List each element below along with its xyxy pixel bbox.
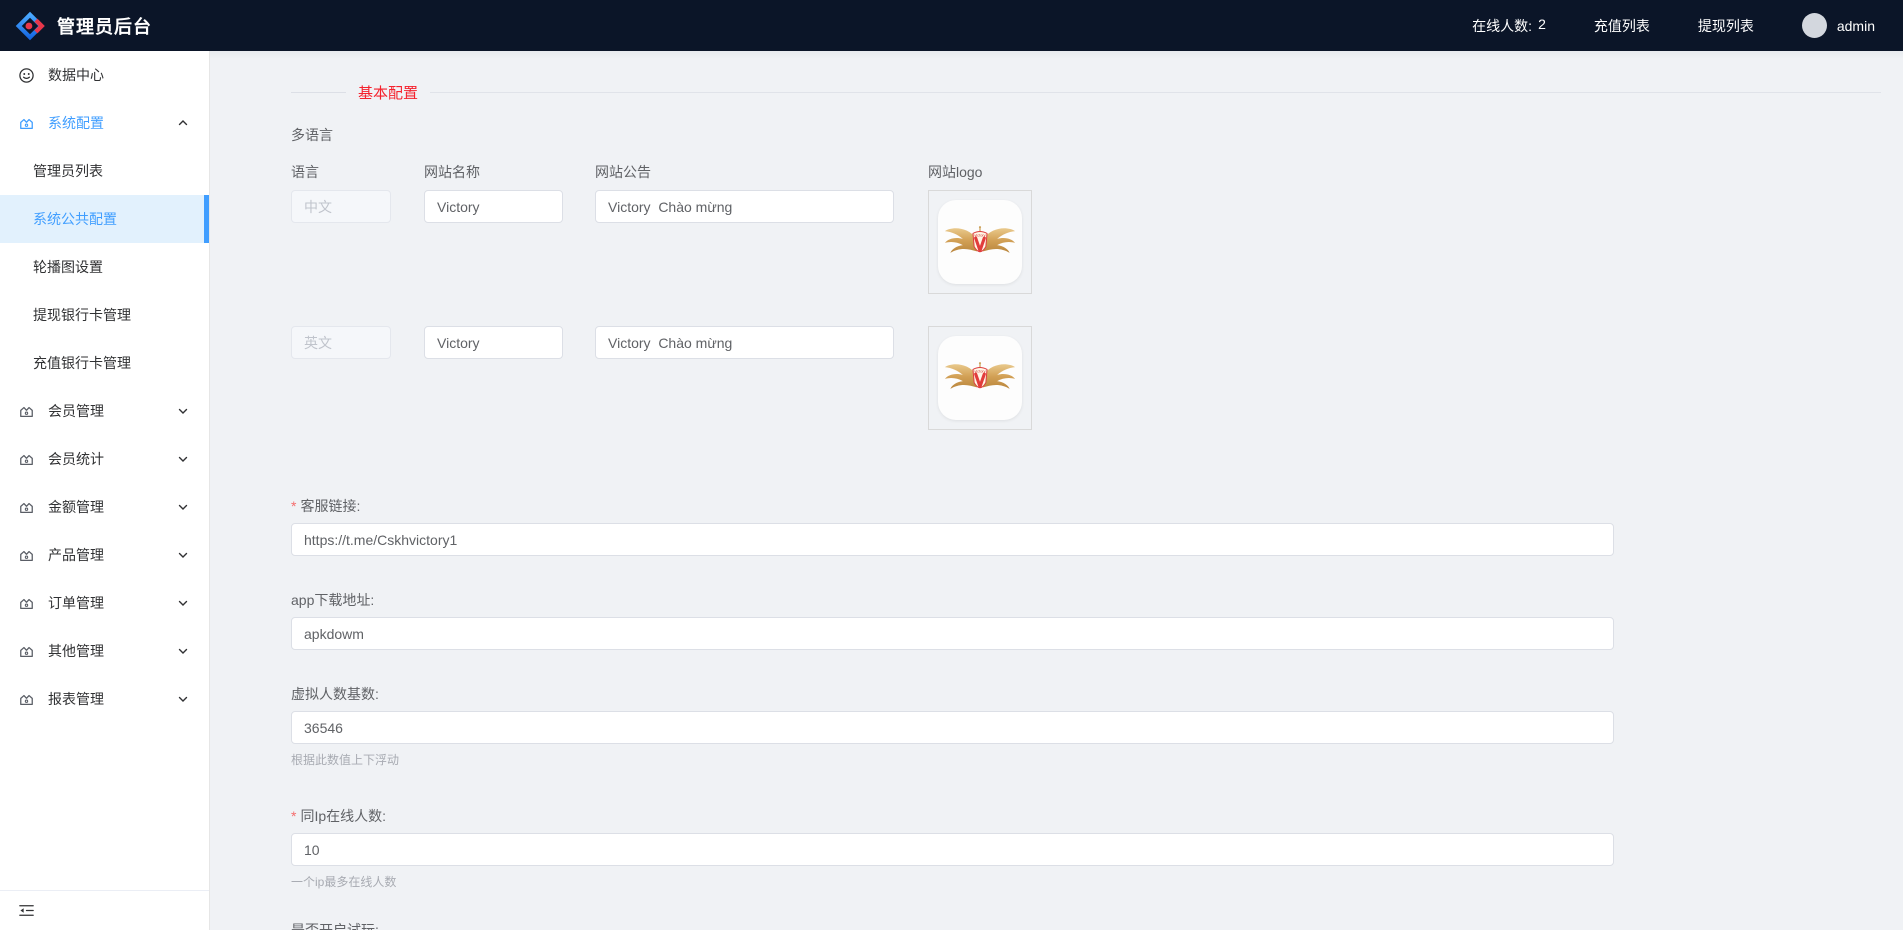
online-count: 在线人数: 2 [1472, 16, 1546, 36]
crown-icon [18, 499, 35, 516]
withdraw-list-link[interactable]: 提现列表 [1698, 16, 1754, 36]
sidebar-item-data-center[interactable]: 数据中心 [0, 51, 209, 99]
chevron-down-icon [177, 405, 189, 417]
crown-icon [18, 691, 35, 708]
field-hint: 一个ip最多在线人数 [291, 873, 1903, 890]
field-label: 虚拟人数基数: [291, 686, 379, 702]
crown-icon [18, 547, 35, 564]
subitem-label: 提现银行卡管理 [33, 305, 131, 325]
app-download-input[interactable] [291, 617, 1614, 650]
field-label: 同Ip在线人数: [300, 808, 386, 824]
sidebar-item-label: 数据中心 [48, 65, 104, 85]
sidebar-item-system-config[interactable]: 系统配置 [0, 99, 209, 147]
subitem-label: 充值银行卡管理 [33, 353, 131, 373]
section-title: 基本配置 [358, 82, 418, 103]
same-ip-input[interactable] [291, 833, 1614, 866]
site-logo-upload-en[interactable]: victory [928, 326, 1032, 430]
victory-logo-image: victory [938, 336, 1022, 420]
col-label-site-name: 网站名称 [424, 162, 595, 182]
crown-icon [18, 403, 35, 420]
sidebar-menu: 数据中心 系统配置 管理员列表 系统公共配置 轮播图设置 提现银行卡管理 [0, 51, 209, 890]
top-header: 管理员后台 在线人数: 2 充值列表 提现列表 admin [0, 0, 1903, 51]
app-title: 管理员后台 [57, 13, 152, 39]
sidebar-item-label: 其他管理 [48, 641, 104, 661]
chevron-down-icon [177, 693, 189, 705]
recharge-list-link[interactable]: 充值列表 [1594, 16, 1650, 36]
subitem-label: 系统公共配置 [33, 209, 117, 229]
sidebar: 数据中心 系统配置 管理员列表 系统公共配置 轮播图设置 提现银行卡管理 [0, 51, 210, 930]
chevron-down-icon [177, 453, 189, 465]
field-label: app下载地址: [291, 592, 374, 608]
crown-icon [18, 595, 35, 612]
sidebar-item-amount-mgmt[interactable]: 金额管理 [0, 483, 209, 531]
sidebar-item-member-mgmt[interactable]: 会员管理 [0, 387, 209, 435]
user-menu[interactable]: admin [1802, 13, 1875, 38]
sidebar-item-product-mgmt[interactable]: 产品管理 [0, 531, 209, 579]
victory-logo-image: victory [938, 200, 1022, 284]
sidebar-subitem-withdraw-bank[interactable]: 提现银行卡管理 [0, 291, 209, 339]
crown-icon [18, 451, 35, 468]
required-asterisk: * [291, 498, 296, 514]
sidebar-item-label: 订单管理 [48, 593, 104, 613]
field-service-link: *客服链接: [291, 496, 1903, 556]
crown-icon [18, 115, 35, 132]
username: admin [1837, 18, 1875, 34]
multilang-column-headers: 语言 网站名称 网站公告 网站logo [291, 162, 1903, 182]
col-label-site-notice: 网站公告 [595, 162, 928, 182]
multilang-group-label: 多语言 [291, 125, 1903, 145]
chevron-down-icon [177, 501, 189, 513]
avatar [1802, 13, 1827, 38]
sidebar-footer [0, 890, 209, 930]
virtual-users-input[interactable] [291, 711, 1614, 744]
field-hint: 根据此数值上下浮动 [291, 751, 1903, 768]
sidebar-item-other-mgmt[interactable]: 其他管理 [0, 627, 209, 675]
trial-play-section: 是否开启试玩: 开启 关闭 [291, 920, 1903, 930]
field-app-download: app下载地址: [291, 590, 1903, 650]
sidebar-item-member-stats[interactable]: 会员统计 [0, 435, 209, 483]
language-input-en [291, 326, 391, 359]
chevron-down-icon [177, 597, 189, 609]
multilang-row-zh: victory [291, 190, 1903, 294]
sidebar-item-label: 会员统计 [48, 449, 104, 469]
app-logo-icon [15, 11, 45, 41]
sidebar-item-label: 产品管理 [48, 545, 104, 565]
sidebar-item-label: 金额管理 [48, 497, 104, 517]
chevron-up-icon [177, 117, 189, 129]
col-label-language: 语言 [291, 162, 424, 182]
chevron-down-icon [177, 645, 189, 657]
sidebar-subitem-carousel[interactable]: 轮播图设置 [0, 243, 209, 291]
sidebar-subitem-recharge-bank[interactable]: 充值银行卡管理 [0, 339, 209, 387]
multilang-row-en: victory [291, 326, 1903, 430]
site-notice-input-en[interactable] [595, 326, 894, 359]
sidebar-item-label: 会员管理 [48, 401, 104, 421]
collapse-sidebar-icon[interactable] [17, 902, 36, 919]
crown-icon [18, 643, 35, 660]
language-input-zh [291, 190, 391, 223]
site-notice-input-zh[interactable] [595, 190, 894, 223]
chevron-down-icon [177, 549, 189, 561]
sidebar-item-report-mgmt[interactable]: 报表管理 [0, 675, 209, 723]
site-logo-upload-zh[interactable]: victory [928, 190, 1032, 294]
sidebar-item-order-mgmt[interactable]: 订单管理 [0, 579, 209, 627]
sidebar-item-label: 报表管理 [48, 689, 104, 709]
brand: 管理员后台 [15, 11, 152, 41]
sidebar-subitem-admin-list[interactable]: 管理员列表 [0, 147, 209, 195]
site-name-input-zh[interactable] [424, 190, 563, 223]
sidebar-subitem-public-config[interactable]: 系统公共配置 [0, 195, 209, 243]
main-content: 基本配置 多语言 语言 网站名称 网站公告 网站logo [210, 51, 1903, 930]
smiley-dashboard-icon [18, 67, 35, 84]
sidebar-item-label: 系统配置 [48, 113, 104, 133]
subitem-label: 轮播图设置 [33, 257, 103, 277]
service-link-input[interactable] [291, 523, 1614, 556]
required-asterisk: * [291, 808, 296, 824]
trial-label: 是否开启试玩: [291, 920, 1903, 930]
field-virtual-users: 虚拟人数基数: 根据此数值上下浮动 [291, 684, 1903, 768]
field-same-ip: *同Ip在线人数: 一个ip最多在线人数 [291, 806, 1903, 890]
field-label: 客服链接: [300, 498, 360, 514]
col-label-site-logo: 网站logo [928, 162, 982, 182]
site-name-input-en[interactable] [424, 326, 563, 359]
section-divider: 基本配置 [291, 82, 1881, 103]
subitem-label: 管理员列表 [33, 161, 103, 181]
